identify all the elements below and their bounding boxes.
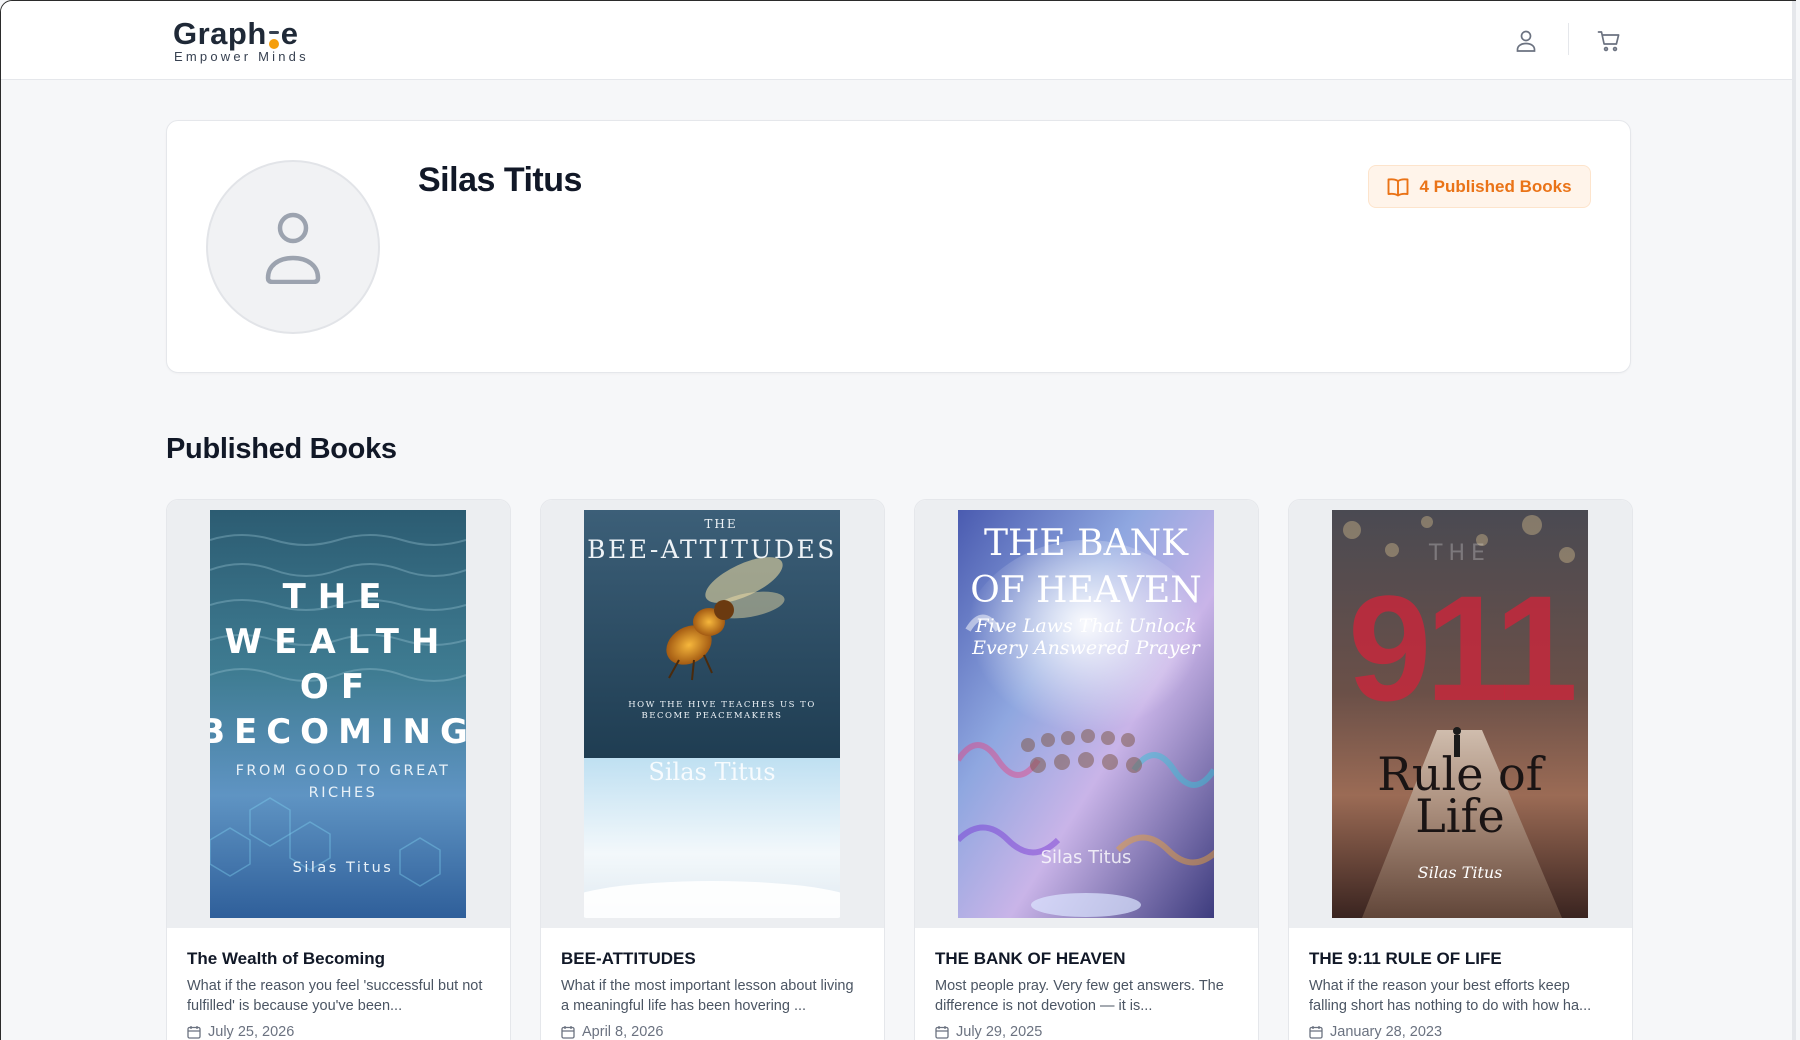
cover-title-line2: Life [1415, 789, 1505, 843]
book-cover-area: THE BANK OF HEAVEN Five Laws That Unlock… [915, 500, 1258, 928]
book-title[interactable]: THE 9:11 RULE OF LIFE [1309, 949, 1502, 969]
site-logo[interactable]: Graph e Empower Minds [173, 17, 323, 67]
book-date: April 8, 2026 [561, 1024, 663, 1040]
calendar-icon [1309, 1026, 1323, 1039]
book-cover-image[interactable]: 911 THE Rule of Life Silas Titus [1332, 510, 1588, 918]
cover-subtitle2: Every Answered Prayer [971, 637, 1202, 659]
cover-author: Silas Titus [1041, 847, 1132, 868]
cover-kicker: THE [704, 517, 737, 531]
book-title[interactable]: THE BANK OF HEAVEN [935, 949, 1125, 969]
book-description: What if the reason you feel 'successful … [187, 978, 483, 1014]
open-book-icon [1388, 177, 1409, 196]
book-date: July 29, 2025 [935, 1024, 1042, 1040]
book-cover-area: THE BEE-ATTITUDES HOW THE HIVE TEACHES U… [541, 500, 884, 928]
calendar-icon [187, 1026, 201, 1039]
author-avatar [206, 160, 380, 334]
book-date-label: January 28, 2023 [1330, 1024, 1443, 1040]
published-books-label: 4 Published Books [1419, 176, 1572, 196]
logo-tagline: Empower Minds [174, 49, 309, 64]
book-date: July 25, 2026 [187, 1024, 294, 1040]
book-title[interactable]: The Wealth of Becoming [187, 949, 385, 969]
author-name: Silas Titus [418, 161, 582, 199]
cover-title-line2: WEALTH [225, 622, 452, 662]
user-icon [1516, 30, 1536, 52]
header-divider [1568, 23, 1569, 55]
published-books-badge: 4 Published Books [1368, 165, 1591, 208]
logo-wordmark: Graph e [173, 17, 323, 51]
calendar-icon [561, 1026, 575, 1039]
book-date-label: April 8, 2026 [582, 1024, 664, 1040]
cover-subtitle1: Five Laws That Unlock [974, 615, 1196, 637]
book-description: Most people pray. Very few get answers. … [935, 978, 1224, 1014]
cart-icon [1597, 31, 1620, 52]
book-description: What if the reason your best efforts kee… [1309, 978, 1592, 1014]
book-cover-image[interactable]: THE BANK OF HEAVEN Five Laws That Unlock… [958, 510, 1214, 918]
book-cover-image[interactable]: THE WEALTH OF BECOMING FROM GOOD TO GREA… [210, 510, 466, 918]
book-cover-area: THE WEALTH OF BECOMING FROM GOOD TO GREA… [167, 500, 510, 928]
section-title: Published Books [166, 433, 397, 465]
cover-title-line1: THE [283, 577, 394, 617]
cover-subtitle1: HOW THE HIVE TEACHES US TO [628, 700, 816, 710]
top-navbar: Graph e Empower Minds [1, 1, 1796, 80]
cover-title-line1: THE BANK [984, 523, 1189, 564]
logo-bulb-icon [268, 25, 280, 51]
cover-title: BEE-ATTITUDES [587, 535, 837, 564]
book-card[interactable]: 911 THE Rule of Life Silas Titus THE 9:1… [1288, 499, 1633, 1040]
cover-kicker: THE [1428, 541, 1491, 566]
cover-author: Silas Titus [648, 758, 775, 786]
book-cover-image[interactable]: THE BEE-ATTITUDES HOW THE HIVE TEACHES U… [584, 510, 840, 918]
user-placeholder-icon [265, 212, 321, 284]
cover-author: Silas Titus [1418, 863, 1503, 882]
book-cover-area: 911 THE Rule of Life Silas Titus [1289, 500, 1632, 928]
window-scroll-gutter [1792, 1, 1796, 1040]
cover-number: 911 [1348, 564, 1575, 732]
cover-author: Silas Titus [293, 860, 394, 876]
book-description: What if the most important lesson about … [561, 978, 854, 1014]
calendar-icon [935, 1026, 949, 1039]
book-date-label: July 29, 2025 [956, 1024, 1043, 1040]
book-card[interactable]: THE BEE-ATTITUDES HOW THE HIVE TEACHES U… [540, 499, 885, 1040]
cart-button[interactable] [1593, 25, 1625, 57]
author-profile-card: Silas Titus 4 Published Books [166, 120, 1631, 373]
cover-title-line2: OF HEAVEN [970, 570, 1202, 611]
cover-title-line4: BECOMING [210, 712, 466, 752]
cover-subtitle2: BECOME PEACEMAKERS [642, 711, 783, 721]
cover-subtitle1: FROM GOOD TO GREAT [236, 763, 451, 779]
cover-title-line3: OF [300, 667, 376, 707]
account-button[interactable] [1510, 25, 1542, 57]
app-window: Graph e Empower Minds Silas Titus 4 Publ… [0, 0, 1796, 1040]
book-title[interactable]: BEE-ATTITUDES [561, 949, 696, 969]
book-card[interactable]: THE BANK OF HEAVEN Five Laws That Unlock… [914, 499, 1259, 1040]
book-date: January 28, 2023 [1309, 1024, 1442, 1040]
logo-wordmark-main: Graph [173, 16, 267, 51]
logo-wordmark-tail: e [280, 16, 299, 51]
cover-subtitle2: RICHES [309, 785, 378, 801]
book-date-label: July 25, 2026 [208, 1024, 295, 1040]
book-card[interactable]: THE WEALTH OF BECOMING FROM GOOD TO GREA… [166, 499, 511, 1040]
